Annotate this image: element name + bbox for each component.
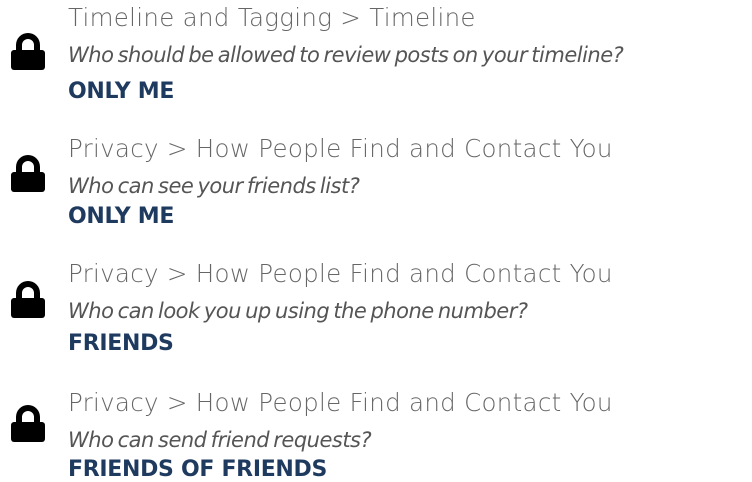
setting-answer: FRIENDS OF FRIENDS	[68, 457, 328, 482]
setting-path: Privacy > How People Find and Contact Yo…	[68, 134, 613, 163]
setting-path: Timeline and Tagging > Timeline	[68, 3, 476, 32]
setting-path: Privacy > How People Find and Contact Yo…	[68, 388, 613, 417]
setting-path: Privacy > How People Find and Contact Yo…	[68, 259, 613, 288]
lock-icon	[8, 280, 48, 318]
lock-icon	[8, 32, 48, 70]
setting-question: Who can send friend requests?	[68, 428, 372, 452]
setting-question: Who can see your friends list?	[68, 174, 360, 198]
setting-answer: FRIENDS	[68, 331, 174, 356]
setting-answer: ONLY ME	[68, 79, 175, 104]
lock-icon	[8, 154, 48, 192]
setting-answer: ONLY ME	[68, 204, 175, 229]
setting-question: Who can look you up using the phone numb…	[68, 299, 528, 323]
setting-question: Who should be allowed to review posts on…	[68, 43, 624, 67]
lock-icon	[8, 404, 48, 442]
